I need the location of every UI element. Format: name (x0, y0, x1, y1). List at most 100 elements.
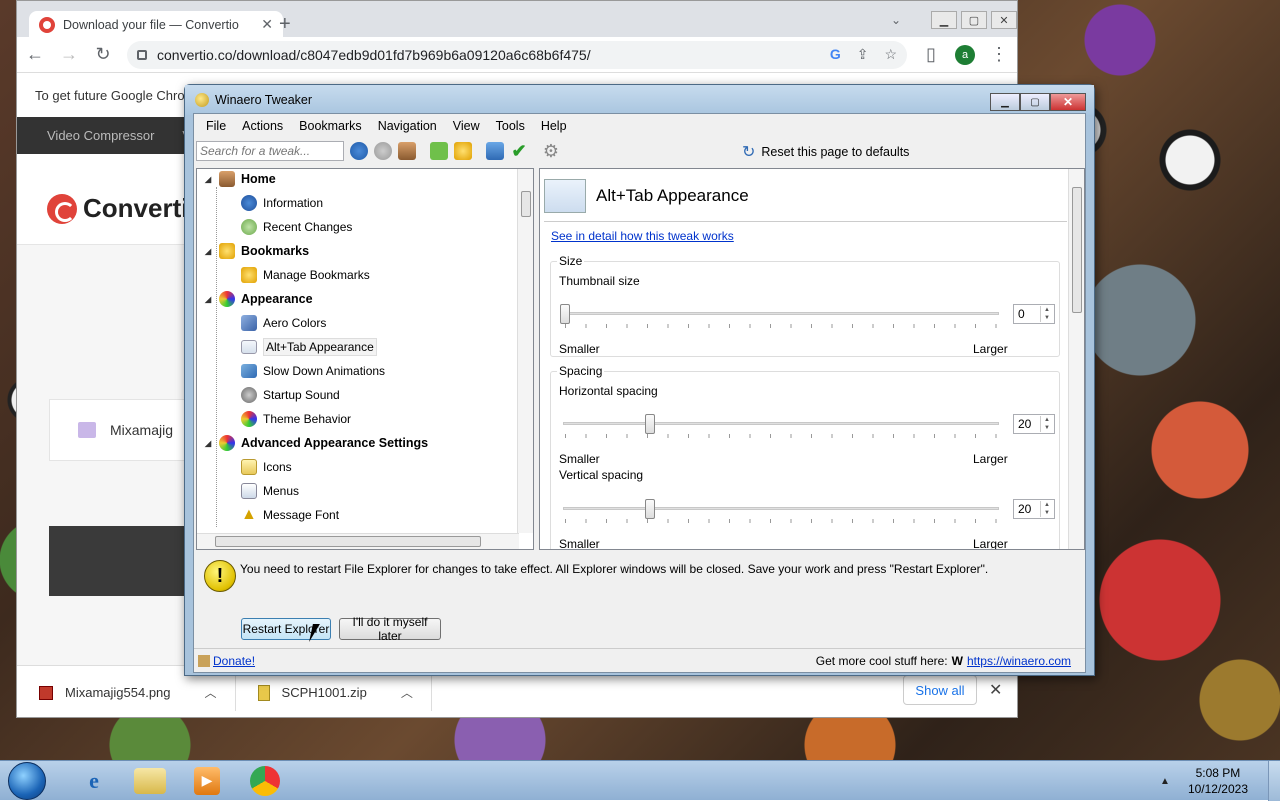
spin-arrows-icon[interactable]: ▲ ▼ (1040, 416, 1053, 432)
start-button[interactable] (8, 761, 46, 800)
menu-bookmarks[interactable]: Bookmarks (291, 119, 370, 133)
tree-item-recent-changes[interactable]: Recent Changes (241, 217, 352, 237)
share-icon[interactable]: ⇪ (857, 46, 869, 63)
menu-actions[interactable]: Actions (234, 119, 291, 133)
sidepanel-icon[interactable]: ▯ (921, 44, 941, 65)
tree-item-aero-colors[interactable]: Aero Colors (241, 313, 326, 333)
close-button[interactable]: ✕ (1050, 93, 1086, 111)
animation-icon (241, 364, 257, 378)
vertical-spacing-slider[interactable] (644, 499, 655, 519)
tree-node-advanced-appearance[interactable]: ◢ Advanced Appearance Settings (205, 433, 428, 453)
internet-explorer-icon[interactable]: e (74, 763, 114, 799)
back-arrow-icon[interactable]: ← (25, 44, 45, 65)
reset-page-button[interactable]: ↻ Reset this page to defaults (742, 142, 909, 162)
bookmark-star-icon[interactable]: ☆ (884, 46, 897, 63)
tree-item-slow-down-animations[interactable]: Slow Down Animations (241, 361, 385, 381)
chevron-up-icon[interactable]: ︿ (205, 684, 217, 701)
address-bar[interactable]: convertio.co/download/c8047edb9d01fd7b96… (127, 40, 907, 69)
nav-video-compressor[interactable]: Video Compressor (47, 128, 154, 143)
media-player-icon[interactable]: ▶ (194, 766, 220, 795)
tree-item-manage-bookmarks[interactable]: Manage Bookmarks (241, 265, 370, 285)
clock[interactable]: 5:08 PM 10/12/2023 (1188, 765, 1248, 797)
toolbar: Search for a tweak... ✔ ⚙ ↻ Reset this p… (194, 138, 1085, 164)
menu-tools[interactable]: Tools (488, 119, 533, 133)
collapse-arrow-icon[interactable]: ◢ (205, 247, 213, 256)
tree-item-menus[interactable]: Menus (241, 481, 299, 501)
tab-search-chevron-icon[interactable]: ⌄ (891, 13, 901, 27)
horizontal-spacing-spinner[interactable]: 20 ▲ ▼ (1013, 414, 1055, 434)
scroll-thumb[interactable] (215, 536, 481, 547)
do-it-later-button[interactable]: I'll do it myself later (339, 615, 441, 643)
thumbnail-size-spinner[interactable]: 0 ▲ ▼ (1013, 304, 1055, 324)
bookmarks-star-icon[interactable] (454, 142, 472, 160)
chrome-icon[interactable] (250, 765, 280, 796)
shortcut-icon[interactable] (486, 142, 504, 160)
tree-item-icons[interactable]: Icons (241, 457, 292, 477)
menu-file[interactable]: File (198, 119, 234, 133)
show-all-button[interactable]: Show all (903, 675, 977, 705)
reload-icon[interactable]: ↻ (93, 44, 113, 65)
smaller-label: Smaller (559, 452, 600, 466)
divider (544, 221, 1067, 222)
menu-bar: File Actions Bookmarks Navigation View T… (194, 114, 1085, 138)
minimize-button[interactable]: ▁ (990, 93, 1020, 111)
scroll-thumb[interactable] (521, 191, 531, 217)
maximize-button[interactable]: ▢ (961, 11, 987, 29)
maximize-button[interactable]: ▢ (1020, 93, 1050, 111)
new-tab-button[interactable]: + (279, 13, 291, 36)
title-bar[interactable]: Winaero Tweaker (185, 85, 1094, 115)
apply-check-icon[interactable]: ✔ (510, 142, 528, 160)
forward-arrow-icon[interactable]: → (59, 44, 79, 65)
tray-arrow-icon[interactable]: ▲ (1160, 776, 1170, 787)
forward-icon[interactable] (374, 142, 392, 160)
kebab-menu-icon[interactable]: ⋮ (989, 44, 1009, 65)
winaero-site-link[interactable]: https://winaero.com (967, 654, 1071, 668)
add-bookmark-icon[interactable] (430, 142, 448, 160)
tree-item-theme-behavior[interactable]: Theme Behavior (241, 409, 351, 429)
menu-navigation[interactable]: Navigation (370, 119, 445, 133)
aero-colors-icon (241, 315, 257, 331)
tree-vertical-scrollbar[interactable] (517, 169, 533, 533)
tree-horizontal-scrollbar[interactable] (197, 533, 519, 549)
home-icon[interactable] (398, 142, 416, 160)
spin-arrows-icon[interactable]: ▲ ▼ (1040, 306, 1053, 322)
settings-gear-icon[interactable]: ⚙ (542, 142, 560, 160)
back-icon[interactable] (350, 142, 368, 160)
google-icon[interactable]: G (830, 46, 841, 63)
search-input[interactable]: Search for a tweak... (196, 141, 344, 161)
detail-link[interactable]: See in detail how this tweak works (551, 229, 734, 243)
downloads-close-icon[interactable]: ✕ (989, 680, 1002, 700)
close-button[interactable]: ✕ (991, 11, 1017, 29)
download-item[interactable]: SCPH1001.zip ︿ (236, 674, 432, 711)
profile-avatar[interactable]: a (955, 44, 975, 65)
collapse-arrow-icon[interactable]: ◢ (205, 439, 213, 448)
minimize-button[interactable]: ▁ (931, 11, 957, 29)
file-explorer-icon[interactable] (134, 767, 166, 794)
larger-label: Larger (973, 342, 1008, 356)
thumbnail-size-slider[interactable] (560, 304, 570, 324)
collapse-arrow-icon[interactable]: ◢ (205, 295, 213, 304)
collapse-arrow-icon[interactable]: ◢ (205, 175, 213, 184)
convertio-logo[interactable]: Convertio (47, 193, 204, 224)
horizontal-spacing-slider[interactable] (644, 414, 655, 434)
panel-vertical-scrollbar[interactable] (1068, 169, 1084, 549)
menu-view[interactable]: View (445, 119, 488, 133)
tree-item-message-font[interactable]: ▲ Message Font (241, 505, 339, 525)
tree-item-alt-tab-appearance[interactable]: Alt+Tab Appearance (241, 337, 377, 357)
browser-tab[interactable]: Download your file — Convertio ✕ (29, 11, 283, 38)
tree-item-startup-sound[interactable]: Startup Sound (241, 385, 340, 405)
tree-node-appearance[interactable]: ◢ Appearance (205, 289, 313, 309)
vertical-spacing-spinner[interactable]: 20 ▲ ▼ (1013, 499, 1055, 519)
donate-link[interactable]: Donate! (213, 654, 255, 668)
download-item[interactable]: Mixamajig554.png ︿ (17, 674, 236, 711)
tree-node-bookmarks[interactable]: ◢ Bookmarks (205, 241, 309, 261)
show-desktop-button[interactable] (1268, 761, 1280, 801)
tab-close-icon[interactable]: ✕ (261, 16, 273, 33)
menu-help[interactable]: Help (533, 119, 575, 133)
spin-arrows-icon[interactable]: ▲ ▼ (1040, 501, 1053, 517)
tree-item-information[interactable]: Information (241, 193, 323, 213)
chevron-up-icon[interactable]: ︿ (401, 684, 413, 701)
scroll-thumb[interactable] (1072, 187, 1082, 313)
tree-node-home[interactable]: ◢ Home (205, 169, 276, 189)
window-icon (544, 179, 586, 213)
